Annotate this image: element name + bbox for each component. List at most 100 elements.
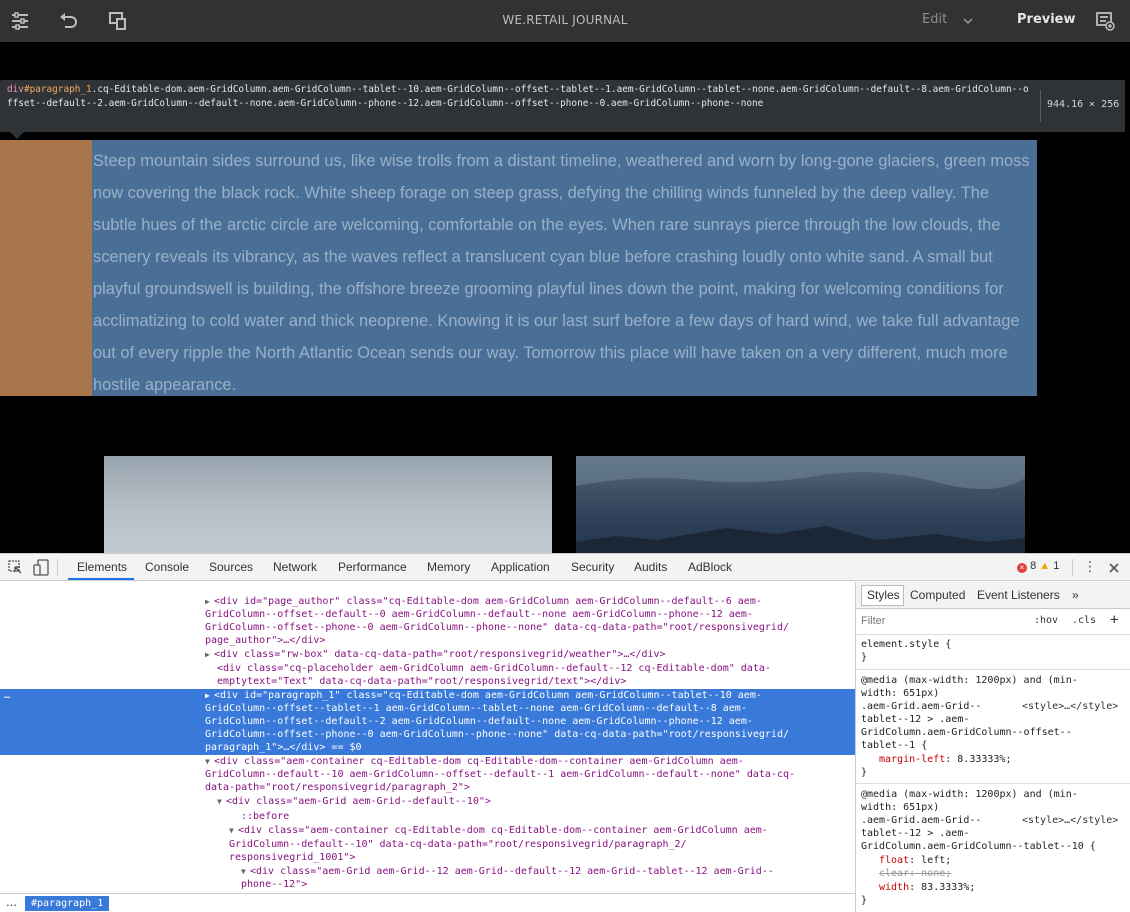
article-image-sky[interactable] (104, 456, 552, 553)
tab-adblock[interactable]: AdBlock (688, 560, 732, 574)
dom-node-selected[interactable]: <div id="paragraph_1" class="cq-Editable… (0, 689, 855, 703)
warning-count: 1 (1053, 560, 1060, 572)
article-paragraph[interactable]: Steep mountain sides surround us, like w… (93, 145, 1037, 401)
tab-memory[interactable]: Memory (427, 560, 470, 574)
dom-node-selected[interactable]: paragraph_1">…</div> == $0 (0, 741, 855, 755)
cls-toggle[interactable]: .cls (1072, 615, 1096, 626)
rule1-media-2: width: 651px) (861, 688, 940, 699)
inspect-element-icon[interactable] (8, 560, 23, 579)
devtools-toolbar: Elements Console Sources Network Perform… (0, 554, 1130, 581)
preview-button[interactable]: Preview (1017, 12, 1076, 27)
styles-pane: Styles Computed Event Listeners » Filter… (855, 582, 1130, 912)
rule2-declaration-float[interactable]: float: left; (879, 854, 1130, 867)
rule2-selector-2: tablet--12 > .aem- (861, 828, 970, 839)
error-icon: × (1017, 563, 1027, 573)
dom-node-text: responsivegrid_1001"> (229, 852, 356, 863)
tooltip-divider (1040, 90, 1041, 122)
warning-icon: ▲ (1039, 560, 1051, 572)
rule1-source-link[interactable]: <style>…</style> (1022, 700, 1126, 713)
dom-node-selected[interactable]: GridColumn--offset--phone--0 aem-GridCol… (0, 728, 855, 742)
elements-tree: <div id="page_author" class="cq-Editable… (0, 582, 855, 894)
collapse-arrow-icon[interactable]: ▼ (205, 755, 210, 768)
rule2-declaration-width[interactable]: width: 83.3333%; (879, 881, 1130, 894)
tooltip-classes: .cq-Editable-dom.aem-GridColumn.aem-Grid… (7, 84, 1029, 109)
node-actions-ellipsis[interactable]: … (4, 689, 10, 702)
tab-performance[interactable]: Performance (338, 560, 407, 574)
dom-node-text: GridColumn--default--10" data-cq-data-pa… (229, 839, 687, 850)
device-toolbar-icon[interactable] (33, 559, 49, 580)
rule2-value-float: left; (921, 855, 952, 866)
toolbar-divider-right (1072, 559, 1073, 576)
dom-node-text: <div class="aem-container cq-Editable-do… (238, 825, 768, 836)
active-tab-indicator (68, 578, 134, 580)
collapse-arrow-icon[interactable]: ▼ (241, 865, 246, 878)
rule2-media-2: width: 651px) (861, 802, 940, 813)
expand-arrow-icon[interactable]: ▶ (205, 689, 210, 702)
expand-arrow-icon[interactable]: ▶ (205, 648, 210, 661)
breadcrumb-ellipsis[interactable]: … (6, 896, 17, 909)
more-tabs-icon[interactable]: » (1072, 588, 1079, 602)
tab-audits[interactable]: Audits (634, 560, 667, 574)
tooltip-tag: div (7, 84, 24, 95)
rule1-selector-3: GridColumn.aem-GridColumn--offset-- (861, 727, 1072, 738)
collapse-arrow-icon[interactable]: ▼ (229, 824, 234, 837)
dom-breadcrumb: … #paragraph_1 (0, 893, 855, 912)
rule2-close: } (861, 895, 868, 906)
tab-styles[interactable]: Styles (867, 588, 900, 602)
tooltip-id: #paragraph_1 (23, 84, 92, 95)
collapse-arrow-icon[interactable]: ▼ (217, 795, 222, 808)
dom-node-text: GridColumn--offset--phone--0 aem-GridCol… (205, 622, 789, 633)
tab-sources[interactable]: Sources (209, 560, 253, 574)
tab-elements[interactable]: Elements (77, 560, 127, 574)
tab-console[interactable]: Console (145, 560, 189, 574)
error-warning-counter[interactable]: × 8 ▲ 1 (1017, 560, 1059, 573)
dom-node-text: <div id="page_author" class="cq-Editable… (214, 596, 762, 607)
chevron-down-icon[interactable] (962, 12, 974, 31)
element-style-rule[interactable]: element.style { (861, 638, 1129, 651)
dom-node-text: <div class="aem-container cq-Editable-do… (214, 756, 744, 767)
devtools-panel: Elements Console Sources Network Perform… (0, 553, 1130, 912)
expand-arrow-icon[interactable]: ▶ (205, 595, 210, 608)
dom-node-text: data-path="root/responsivegrid/paragraph… (205, 782, 470, 793)
close-icon[interactable] (1108, 559, 1120, 578)
article-image-mountains[interactable] (576, 456, 1025, 553)
rule1-declaration[interactable]: margin-left: 8.33333%; (879, 753, 1130, 766)
page-title: WE.RETAIL JOURNAL (502, 13, 628, 27)
rule2-selector-3: GridColumn.aem-GridColumn--tablet--10 { (861, 841, 1096, 852)
styles-divider (856, 783, 1130, 784)
breadcrumb-item[interactable]: #paragraph_1 (25, 896, 110, 911)
tab-network[interactable]: Network (273, 560, 317, 574)
dom-node-text: phone--12"> (241, 879, 308, 890)
rule1-property: margin-left (879, 754, 946, 765)
rule2-source-link[interactable]: <style>…</style> (1022, 814, 1126, 827)
dom-node-text: emptytext="Text" data-cq-data-path="root… (217, 676, 627, 687)
dom-node-text: GridColumn--offset--default--0 aem-GridC… (205, 609, 753, 620)
rule2-value-clear: none; (921, 868, 952, 879)
mode-selector[interactable]: Edit (922, 12, 947, 27)
tab-event-listeners[interactable]: Event Listeners (977, 588, 1060, 602)
dom-node-selected[interactable]: GridColumn--offset--default--2 aem-GridC… (0, 715, 855, 729)
margin-highlight (0, 140, 92, 396)
dom-node-text: <div class="aem-Grid aem-Grid--12 aem-Gr… (250, 866, 774, 877)
tab-application[interactable]: Application (491, 560, 550, 574)
add-rule-icon[interactable]: + (1110, 612, 1118, 628)
rule1-value: 8.33333%; (957, 754, 1012, 765)
tab-security[interactable]: Security (571, 560, 614, 574)
more-options-icon[interactable]: ⋮ (1083, 559, 1097, 575)
inspect-tooltip: div#paragraph_1.cq-Editable-dom.aem-Grid… (0, 80, 1125, 132)
dom-node-selected[interactable]: GridColumn--offset--tablet--1 aem-GridCo… (0, 702, 855, 716)
toolbar-divider (57, 559, 58, 576)
dom-node-text: <div class="aem-Grid aem-Grid--default--… (226, 796, 491, 807)
rule2-media: @media (max-width: 1200px) and (min- (861, 789, 1078, 800)
rule1-selector-2: tablet--12 > .aem- (861, 714, 970, 725)
dom-node-text: GridColumn--offset--default--2 aem-GridC… (205, 716, 753, 727)
dom-node-text: GridColumn--offset--tablet--1 aem-GridCo… (205, 703, 747, 714)
styles-filter-input[interactable]: Filter (861, 615, 885, 627)
dom-node-text: <div id="paragraph_1" class="cq-Editable… (214, 690, 762, 701)
rule2-declaration-clear[interactable]: clear: none; (879, 867, 1130, 880)
tab-computed[interactable]: Computed (910, 588, 965, 602)
dom-node-text: <div class="cq-placeholder aem-GridColum… (217, 663, 771, 674)
annotate-icon[interactable] (1093, 9, 1117, 33)
dom-node-text: GridColumn--default--10 aem-GridColumn--… (205, 769, 796, 780)
hov-toggle[interactable]: :hov (1034, 615, 1058, 626)
